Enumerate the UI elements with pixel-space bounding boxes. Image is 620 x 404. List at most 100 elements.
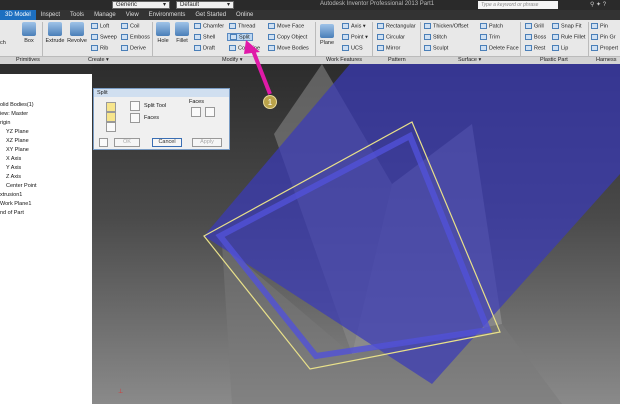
sketch-button[interactable]: ch <box>0 40 6 46</box>
emboss-button[interactable]: Emboss <box>121 34 150 40</box>
panel-create[interactable]: Create ▾ <box>88 57 109 64</box>
lip-button[interactable]: Lip <box>552 45 568 51</box>
point-button[interactable]: Point ▾ <box>342 34 368 40</box>
all-faces-icon[interactable] <box>191 107 201 117</box>
select-faces-icon[interactable] <box>205 107 215 117</box>
shell-button[interactable]: Shell <box>194 34 215 40</box>
ok-button[interactable]: OK <box>114 138 140 147</box>
circular-pattern-button[interactable]: Circular <box>377 34 405 40</box>
tree-extrusion1[interactable]: xtrusion1 <box>0 192 22 198</box>
tree-origin[interactable]: rigin <box>0 120 10 126</box>
revolve-label: Revolve <box>67 38 87 44</box>
help-icons[interactable]: ⚲ ✦ ? <box>590 1 606 8</box>
draft-button[interactable]: Draft <box>194 45 215 51</box>
panel-surface[interactable]: Surface ▾ <box>458 57 481 64</box>
tree-xy-plane[interactable]: XY Plane <box>6 147 29 153</box>
draft-label: Draft <box>203 45 215 52</box>
tab-get-started[interactable]: Get Started <box>190 10 231 20</box>
tab-online[interactable]: Online <box>231 10 258 20</box>
extrude-button[interactable]: Extrude <box>44 22 66 44</box>
delete-face-button[interactable]: Delete Face <box>480 45 519 51</box>
split-part-mode-icon[interactable] <box>106 102 116 112</box>
sculpt-button[interactable]: Sculpt <box>424 45 448 51</box>
thread-button[interactable]: Thread <box>229 23 255 29</box>
tab-inspect[interactable]: Inspect <box>36 10 65 20</box>
hole-icon <box>156 22 170 36</box>
tab-manage[interactable]: Manage <box>89 10 121 20</box>
mirror-button[interactable]: Mirror <box>377 45 400 51</box>
faces-selector-icon[interactable] <box>130 113 140 123</box>
apply-button[interactable]: Apply <box>192 138 222 147</box>
patch-button[interactable]: Patch <box>480 23 503 29</box>
tree-center-point[interactable]: Center Point <box>6 183 37 189</box>
derive-label: Derive <box>130 45 146 52</box>
appearance-dropdown[interactable]: Generic ▾ <box>112 1 170 9</box>
style-value: Default <box>180 2 200 8</box>
properties-button[interactable]: Propert <box>591 45 618 51</box>
trim-button[interactable]: Trim <box>480 34 500 40</box>
rib-label: Rib <box>100 45 109 52</box>
stitch-button[interactable]: Stitch <box>424 34 447 40</box>
ribbon-panel-labels: Primitives Create ▾ Modify ▾ Work Featur… <box>0 56 620 64</box>
revolve-button[interactable]: Revolve <box>67 22 87 44</box>
loft-icon <box>91 23 98 29</box>
tab-tools[interactable]: Tools <box>65 10 89 20</box>
draft-icon <box>194 45 201 51</box>
plane-button[interactable]: Plane <box>318 24 336 46</box>
tab-view[interactable]: View <box>121 10 144 20</box>
search-input[interactable]: Type a keyword or phrase <box>478 1 558 9</box>
ucs-button[interactable]: UCS <box>342 45 363 51</box>
style-dropdown[interactable]: Default ▾ <box>176 1 234 9</box>
move-face-button[interactable]: Move Face <box>268 23 304 29</box>
tree-work-plane1[interactable]: Work Plane1 <box>0 201 31 207</box>
split-solid-mode-icon[interactable] <box>106 112 116 122</box>
cancel-button[interactable]: Cancel <box>152 138 182 147</box>
tree-z-axis[interactable]: Z Axis <box>6 174 21 180</box>
tab-environments[interactable]: Environments <box>144 10 191 20</box>
hole-button[interactable]: Hole <box>155 22 171 44</box>
grill-button[interactable]: Grill <box>525 23 544 29</box>
pin-label: Pin <box>600 23 608 30</box>
loft-button[interactable]: Loft <box>91 23 109 29</box>
rectangular-pattern-button[interactable]: Rectangular <box>377 23 416 29</box>
tree-yz-plane[interactable]: YZ Plane <box>6 129 29 135</box>
rule-fillet-label: Rule Fillet <box>561 34 586 41</box>
tab-3d-model[interactable]: 3D Model <box>0 10 36 20</box>
tree-view-master[interactable]: iew: Master <box>0 111 28 117</box>
trim-solid-mode-icon[interactable] <box>106 122 116 132</box>
fillet-label: Fillet <box>176 38 188 44</box>
snap-fit-button[interactable]: Snap Fit <box>552 23 581 29</box>
coil-button[interactable]: Coil <box>121 23 139 29</box>
derive-button[interactable]: Derive <box>121 45 146 51</box>
pin-group-button[interactable]: Pin Gr <box>591 34 616 40</box>
boss-button[interactable]: Boss <box>525 34 546 40</box>
tree-xz-plane[interactable]: XZ Plane <box>6 138 29 144</box>
axis-button[interactable]: Axis ▾ <box>342 23 366 29</box>
pin-button[interactable]: Pin <box>591 23 608 29</box>
delete-face-icon <box>480 45 487 51</box>
thicken-offset-button[interactable]: Thicken/Offset <box>424 23 468 29</box>
tree-solid-bodies[interactable]: olid Bodies(1) <box>0 102 34 108</box>
rest-label: Rest <box>534 45 546 52</box>
tree-end-of-part[interactable]: nd of Part <box>0 210 24 216</box>
rest-button[interactable]: Rest <box>525 45 545 51</box>
box-button[interactable]: Box <box>20 22 38 44</box>
extrude-icon <box>48 22 62 36</box>
mirror-label: Mirror <box>386 45 401 52</box>
tree-x-axis[interactable]: X Axis <box>6 156 21 162</box>
coil-label: Coil <box>130 23 140 30</box>
tree-y-axis[interactable]: Y Axis <box>6 165 21 171</box>
split-tool-selector-icon[interactable] <box>130 101 140 111</box>
fillet-button[interactable]: Fillet <box>173 22 191 44</box>
patch-icon <box>480 23 487 29</box>
rib-button[interactable]: Rib <box>91 45 108 51</box>
ucs-label: UCS <box>351 45 363 52</box>
chamfer-button[interactable]: Chamfer <box>194 23 224 29</box>
sweep-button[interactable]: Sweep <box>91 34 117 40</box>
rest-icon <box>525 45 532 51</box>
rule-fillet-button[interactable]: Rule Fillet <box>552 34 585 40</box>
thicken-offset-icon <box>424 23 431 29</box>
point-icon <box>342 34 349 40</box>
properties-label: Propert <box>600 45 619 52</box>
help-icon[interactable] <box>99 138 108 147</box>
